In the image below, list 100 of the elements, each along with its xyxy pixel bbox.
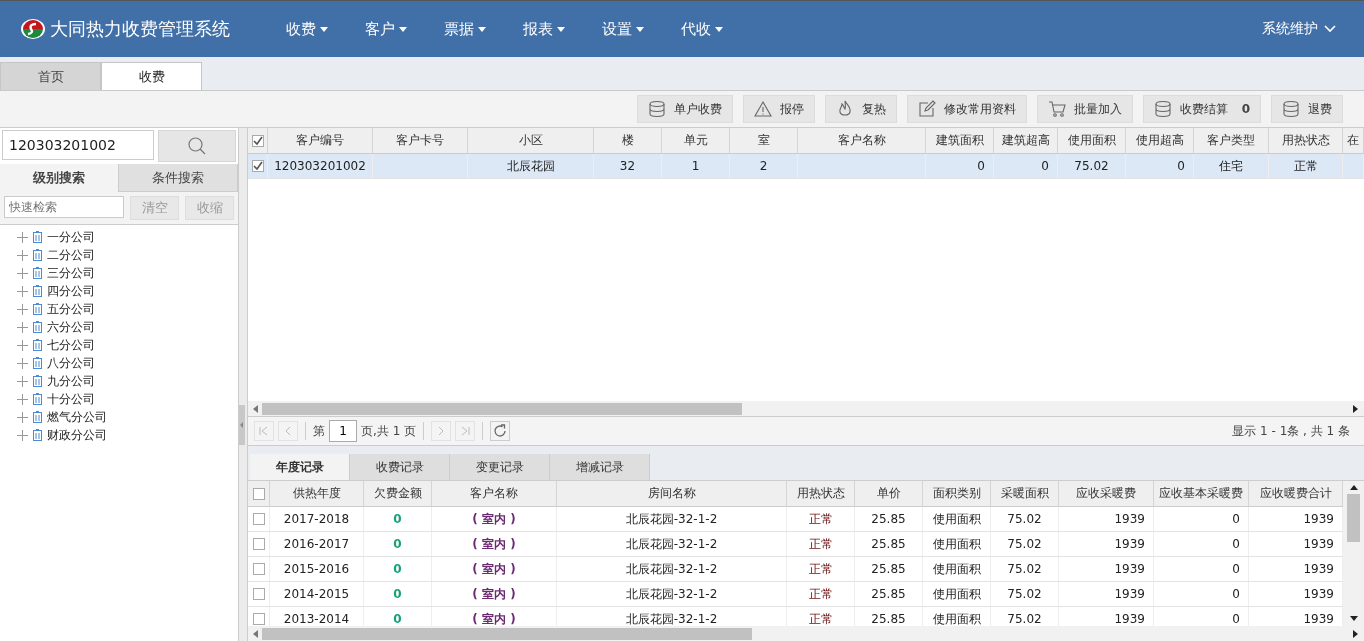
- expand-icon[interactable]: [17, 375, 28, 387]
- toolbar-button[interactable]: 批量加入: [1036, 95, 1133, 123]
- expand-icon[interactable]: [17, 249, 28, 261]
- search-field[interactable]: 120303201002: [2, 130, 154, 160]
- checkbox[interactable]: [252, 487, 265, 500]
- scroll-left-icon[interactable]: [253, 629, 259, 638]
- column-header[interactable]: 使用超高: [1135, 132, 1184, 149]
- scroll-up-icon[interactable]: [1349, 485, 1358, 491]
- search-tab[interactable]: 级别搜索: [0, 164, 119, 192]
- column-header[interactable]: 在: [1347, 132, 1359, 149]
- filter-field[interactable]: 快速检索: [4, 196, 124, 218]
- record-tab[interactable]: 年度记录: [250, 454, 350, 480]
- building-icon: [33, 285, 42, 297]
- checkbox[interactable]: [252, 613, 265, 625]
- checkbox[interactable]: [252, 588, 265, 600]
- user-menu[interactable]: 系统维护: [1262, 20, 1364, 38]
- scroll-right-icon[interactable]: [1353, 404, 1359, 413]
- checkbox[interactable]: [252, 513, 265, 525]
- scroll-down-icon[interactable]: [1349, 616, 1358, 622]
- expand-icon[interactable]: [17, 231, 28, 243]
- menu-item[interactable]: 客户: [365, 19, 444, 39]
- toolbar-button[interactable]: 报停: [742, 95, 815, 123]
- tree-item[interactable]: 七分公司: [47, 336, 95, 354]
- column-header[interactable]: 用热状态: [796, 485, 845, 502]
- tree-item[interactable]: 十分公司: [47, 390, 95, 408]
- column-header[interactable]: 建筑面积: [935, 132, 984, 149]
- column-header[interactable]: 单价: [876, 485, 901, 502]
- record-tab[interactable]: 增减记录: [550, 454, 650, 480]
- horizontal-scrollbar[interactable]: [248, 401, 1364, 416]
- menu-item[interactable]: 代收: [681, 19, 760, 39]
- vertical-scrollbar[interactable]: [1343, 481, 1364, 626]
- scroll-left-icon[interactable]: [253, 404, 259, 413]
- column-header[interactable]: 客户卡号: [396, 132, 444, 149]
- expand-icon[interactable]: [17, 267, 28, 279]
- column-header[interactable]: 欠费金额: [373, 485, 422, 502]
- column-header[interactable]: 客户编号: [296, 132, 344, 149]
- tree-item[interactable]: 六分公司: [47, 318, 95, 336]
- column-header[interactable]: 应收暖费合计: [1259, 485, 1332, 502]
- checkbox[interactable]: [252, 563, 265, 575]
- tree-item[interactable]: 财政分公司: [47, 426, 107, 444]
- record-tab[interactable]: 收费记录: [350, 454, 450, 480]
- column-header[interactable]: 应收采暖费: [1076, 485, 1136, 502]
- column-header[interactable]: 建筑超高: [1001, 132, 1050, 149]
- menu-item[interactable]: 报表: [523, 19, 602, 39]
- toolbar-button[interactable]: 复热: [824, 95, 897, 123]
- tree-item[interactable]: 一分公司: [47, 228, 95, 246]
- toolbar-button[interactable]: 修改常用资料: [906, 95, 1027, 123]
- expand-icon[interactable]: [17, 285, 28, 297]
- scroll-thumb[interactable]: [262, 402, 742, 415]
- column-header[interactable]: 房间名称: [647, 485, 696, 502]
- expand-icon[interactable]: [17, 339, 28, 351]
- expand-icon[interactable]: [17, 321, 28, 333]
- collapse-handle[interactable]: [239, 404, 245, 445]
- refresh-button[interactable]: [490, 421, 511, 441]
- column-header[interactable]: 面积类别: [932, 485, 981, 502]
- tree-item[interactable]: 四分公司: [47, 282, 95, 300]
- column-header[interactable]: 采暖面积: [1000, 485, 1049, 502]
- tree-item[interactable]: 五分公司: [47, 300, 95, 318]
- horizontal-scrollbar[interactable]: [248, 626, 1364, 641]
- checkbox[interactable]: [251, 160, 264, 172]
- expand-icon[interactable]: [17, 429, 28, 441]
- record-tab[interactable]: 变更记录: [450, 454, 550, 480]
- tree-item[interactable]: 燃气分公司: [47, 408, 107, 426]
- menu-item[interactable]: 收费: [286, 19, 365, 39]
- tree-item[interactable]: 八分公司: [47, 354, 95, 372]
- toolbar-button[interactable]: 收费结算 0: [1142, 95, 1261, 123]
- page-tab[interactable]: 首页: [0, 62, 101, 90]
- page-tab[interactable]: 收费: [101, 62, 202, 90]
- expand-icon[interactable]: [17, 357, 28, 369]
- checkbox[interactable]: [251, 134, 264, 147]
- search-tab[interactable]: 条件搜索: [119, 164, 238, 192]
- checkbox[interactable]: [252, 538, 265, 550]
- scroll-thumb[interactable]: [262, 627, 752, 640]
- column-header[interactable]: 用热状态: [1281, 132, 1330, 149]
- menu-item[interactable]: 票据: [444, 19, 523, 39]
- page-field[interactable]: 1: [329, 420, 357, 442]
- table-row[interactable]: 120303201002 北辰花园 32 1 2 0 0 75.02 0 住宅 正常: [248, 154, 1364, 179]
- toolbar-button[interactable]: 单户收费: [636, 95, 733, 123]
- expand-icon[interactable]: [17, 393, 28, 405]
- search-button[interactable]: [158, 130, 236, 162]
- column-header[interactable]: 楼: [621, 132, 634, 149]
- scroll-thumb[interactable]: [1347, 494, 1360, 542]
- column-header[interactable]: 使用面积: [1067, 132, 1116, 149]
- toolbar-button[interactable]: 退费: [1271, 95, 1343, 123]
- column-header[interactable]: 室: [757, 132, 770, 149]
- tree-item[interactable]: 二分公司: [47, 246, 95, 264]
- column-header[interactable]: 客户类型: [1207, 132, 1255, 149]
- column-header[interactable]: 小区: [518, 132, 543, 149]
- expand-icon[interactable]: [17, 303, 28, 315]
- column-header[interactable]: 应收基本采暖费: [1159, 485, 1243, 502]
- column-header[interactable]: 供热年度: [292, 485, 341, 502]
- column-header[interactable]: 客户名称: [837, 132, 886, 149]
- column-header[interactable]: 单元: [683, 132, 708, 149]
- expand-icon[interactable]: [17, 411, 28, 423]
- scroll-right-icon[interactable]: [1353, 629, 1359, 638]
- tree-item[interactable]: 三分公司: [47, 264, 95, 282]
- menu-item[interactable]: 设置: [602, 19, 681, 39]
- column-header[interactable]: 客户名称: [470, 485, 518, 502]
- tree-item[interactable]: 九分公司: [47, 372, 95, 390]
- record-summary: 显示 1 - 1条 , 共 1 条: [1232, 422, 1350, 440]
